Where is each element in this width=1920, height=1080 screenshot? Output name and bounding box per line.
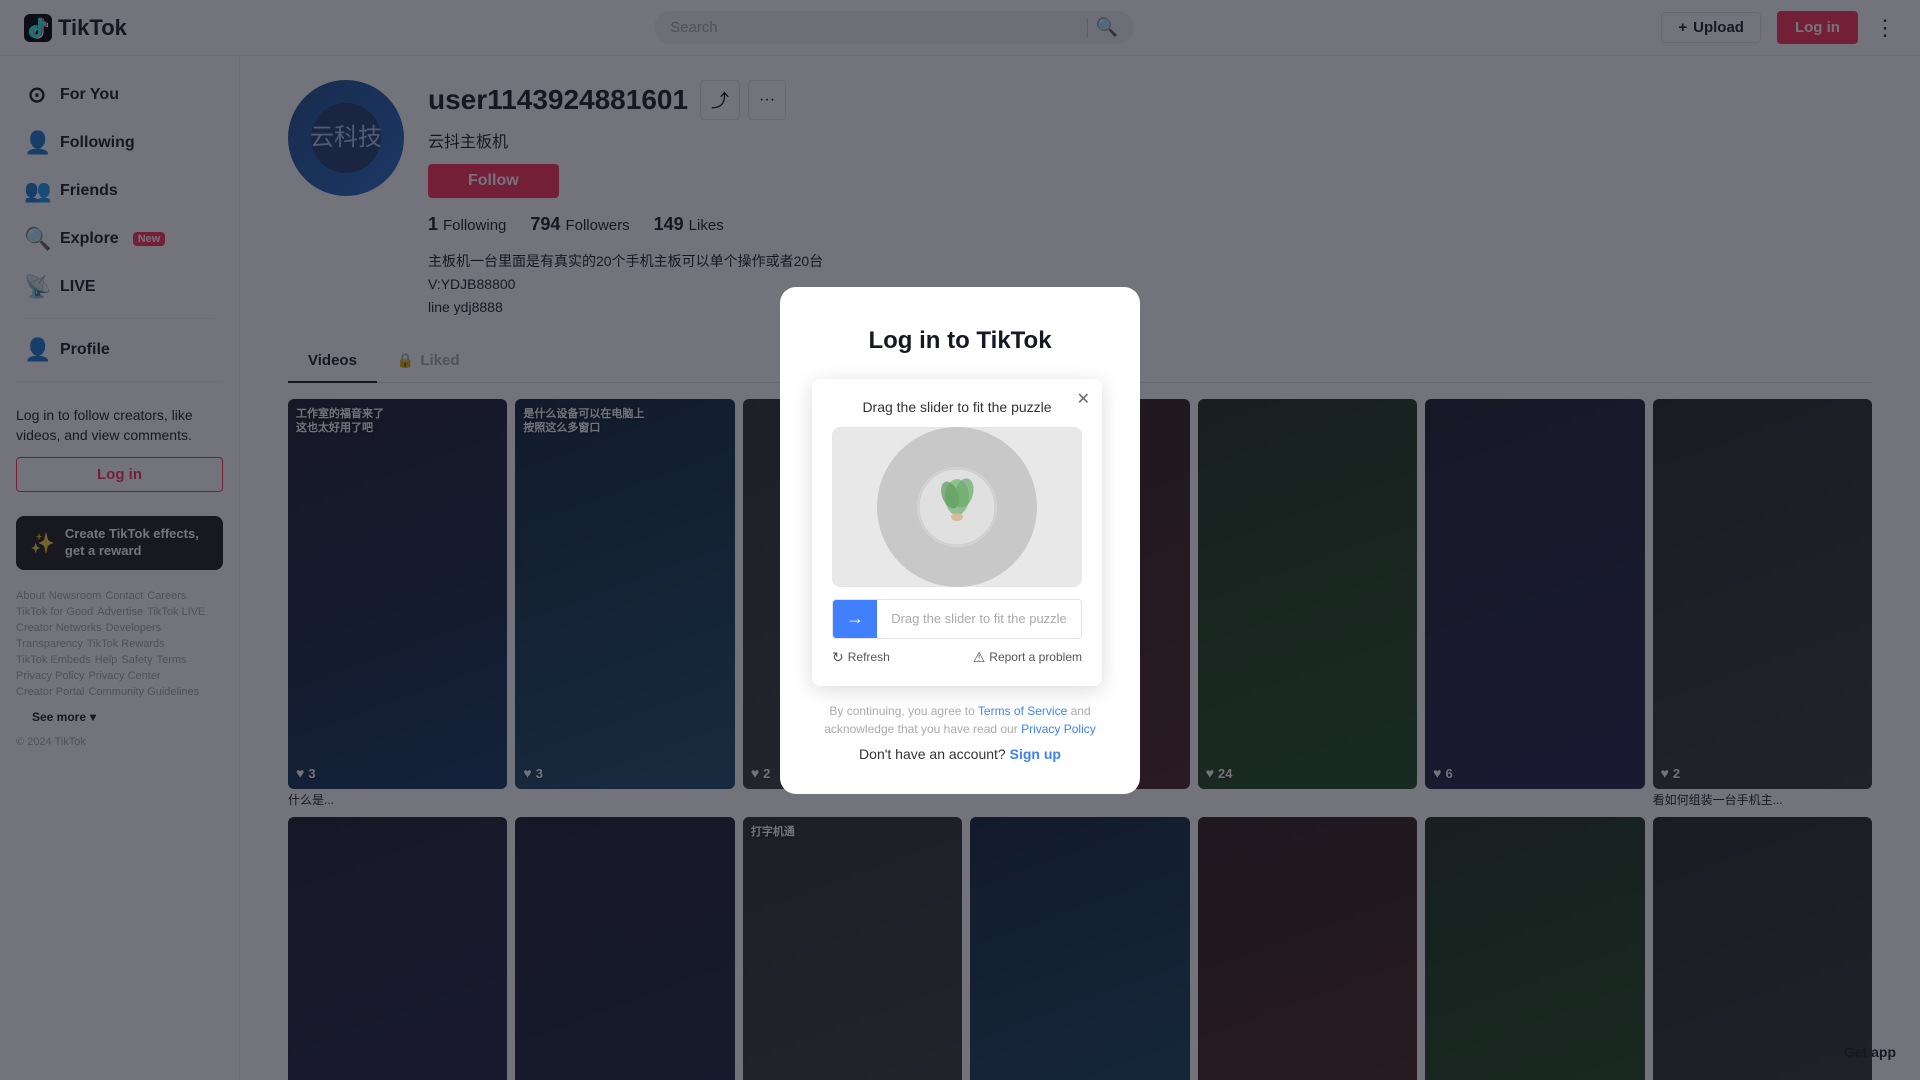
login-modal-signup: Don't have an account? Sign up [812,746,1108,762]
captcha-footer: ↻ Refresh ⚠ Report a problem [832,649,1082,666]
captcha-slider[interactable]: → Drag the slider to fit the puzzle [832,599,1082,639]
sign-up-link[interactable]: Sign up [1010,746,1061,762]
captcha-slider-handle[interactable]: → [833,600,877,638]
captcha-modal: ✕ Drag the slider to fit the puzzle [812,379,1102,686]
captcha-puzzle-svg [917,467,997,547]
report-icon: ⚠ [973,649,986,666]
captcha-report-button[interactable]: ⚠ Report a problem [973,649,1082,666]
captcha-refresh-button[interactable]: ↻ Refresh [832,649,890,666]
slider-arrow-icon: → [846,608,864,629]
login-modal-terms: By continuing, you agree to Terms of Ser… [812,702,1108,738]
login-modal: Log in to TikTok ✕ Drag the slider to fi… [780,287,1140,794]
captcha-puzzle-piece [917,467,997,547]
captcha-image [832,427,1082,587]
refresh-icon: ↻ [832,649,844,666]
captcha-title: Drag the slider to fit the puzzle [832,399,1082,415]
terms-of-service-link[interactable]: Terms of Service [978,704,1067,718]
modal-overlay: Log in to TikTok ✕ Drag the slider to fi… [0,0,1920,1080]
login-modal-title: Log in to TikTok [812,327,1108,355]
captcha-slider-track: Drag the slider to fit the puzzle [877,600,1081,638]
captcha-close-button[interactable]: ✕ [1077,389,1090,409]
privacy-policy-link[interactable]: Privacy Policy [1021,722,1096,736]
captcha-slider-text: Drag the slider to fit the puzzle [891,611,1067,626]
